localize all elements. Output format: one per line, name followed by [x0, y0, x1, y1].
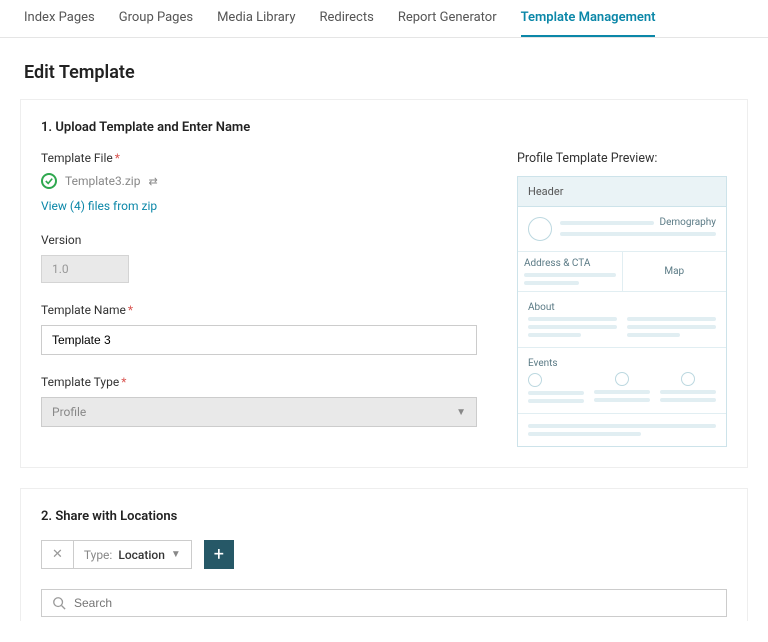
- template-type-label: Template Type*: [41, 375, 477, 389]
- search-input[interactable]: [74, 596, 716, 610]
- version-label: Version: [41, 233, 477, 247]
- search-box[interactable]: [41, 589, 727, 617]
- uploaded-file-name: Template3.zip: [65, 174, 140, 188]
- preview-events-label: Events: [528, 358, 584, 369]
- page-title: Edit Template: [0, 38, 768, 99]
- template-name-label: Template Name*: [41, 303, 477, 317]
- location-filter-chip: ✕ Type: Location ▼: [41, 540, 192, 569]
- tab-redirects[interactable]: Redirects: [319, 10, 373, 37]
- tab-report-generator[interactable]: Report Generator: [398, 10, 497, 37]
- chevron-down-icon: ▼: [456, 407, 466, 418]
- preview-footer: [518, 414, 726, 446]
- tab-group-pages[interactable]: Group Pages: [119, 10, 193, 37]
- preview-events: Events: [518, 348, 726, 414]
- preview-header: Header: [518, 177, 726, 207]
- view-files-link[interactable]: View (4) files from zip: [41, 199, 157, 213]
- avatar-placeholder-icon: [528, 217, 552, 241]
- remove-filter-button[interactable]: ✕: [42, 541, 74, 568]
- section1-heading: 1. Upload Template and Enter Name: [41, 120, 727, 135]
- search-icon: [52, 596, 66, 610]
- upload-template-card: 1. Upload Template and Enter Name Templa…: [20, 99, 748, 468]
- chevron-down-icon: ▼: [171, 549, 181, 560]
- template-type-value: Profile: [52, 405, 86, 419]
- top-tab-nav: Index Pages Group Pages Media Library Re…: [0, 0, 768, 38]
- preview-address-map: Address & CTA Map: [518, 252, 726, 292]
- preview-demography-label: Demography: [660, 217, 716, 228]
- template-file-label: Template File*: [41, 151, 477, 165]
- form-column: Template File* Template3.zip ⇄ View (4) …: [41, 151, 477, 447]
- template-name-input[interactable]: [41, 325, 477, 355]
- plus-icon: +: [214, 544, 224, 565]
- preview-map-label: Map: [629, 266, 721, 277]
- template-type-select[interactable]: Profile ▼: [41, 397, 477, 427]
- preview-about-label: About: [528, 302, 716, 313]
- event-circle-icon: [528, 373, 542, 387]
- preview-label: Profile Template Preview:: [517, 151, 727, 166]
- filter-type-value: Location: [118, 548, 165, 562]
- preview-address-cta-label: Address & CTA: [524, 258, 616, 269]
- preview-about: About: [518, 292, 726, 348]
- event-circle-icon: [681, 372, 695, 386]
- filter-type-label: Type:: [84, 548, 112, 562]
- tab-index-pages[interactable]: Index Pages: [24, 10, 95, 37]
- version-input: 1.0: [41, 255, 129, 283]
- share-locations-card: 2. Share with Locations ✕ Type: Location…: [20, 488, 748, 621]
- preview-column: Profile Template Preview: Header Demogra…: [517, 151, 727, 447]
- preview-box: Header Demography: [517, 176, 727, 447]
- filter-row: ✕ Type: Location ▼ +: [41, 540, 727, 569]
- section2-heading: 2. Share with Locations: [41, 509, 727, 524]
- shuffle-icon[interactable]: ⇄: [148, 175, 156, 188]
- event-circle-icon: [615, 372, 629, 386]
- filter-type-select[interactable]: Type: Location ▼: [74, 542, 191, 568]
- tab-media-library[interactable]: Media Library: [217, 10, 295, 37]
- preview-demography: Demography: [518, 207, 726, 252]
- tab-template-management[interactable]: Template Management: [521, 10, 656, 37]
- add-filter-button[interactable]: +: [204, 540, 234, 569]
- uploaded-file-row: Template3.zip ⇄: [41, 173, 477, 189]
- check-circle-icon: [41, 173, 57, 189]
- close-icon: ✕: [52, 547, 63, 562]
